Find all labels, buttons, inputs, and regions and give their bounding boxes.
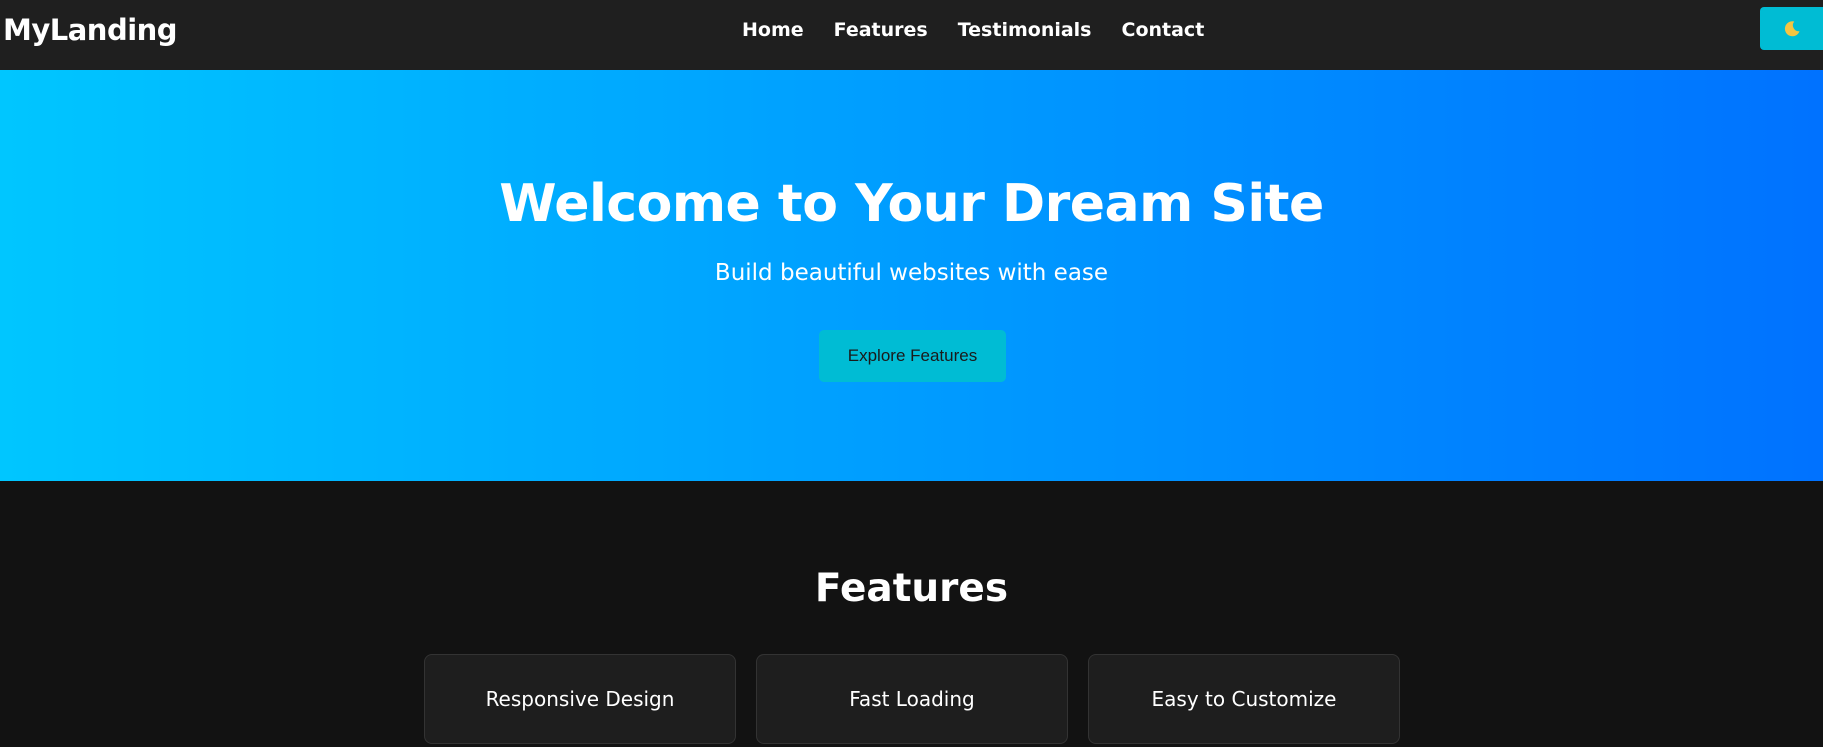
feature-card-easy-to-customize: Easy to Customize [1088,654,1400,744]
feature-card-responsive-design: Responsive Design [424,654,736,744]
nav-link-testimonials[interactable]: Testimonials [958,19,1092,41]
moon-icon [1784,20,1799,36]
nav-link-contact[interactable]: Contact [1122,19,1205,41]
nav-link-home[interactable]: Home [742,19,804,41]
navbar: MyLanding Home Features Testimonials Con… [0,0,1823,70]
hero-section: Welcome to Your Dream Site Build beautif… [0,70,1823,481]
hero-title: Welcome to Your Dream Site [499,174,1324,234]
brand-logo[interactable]: MyLanding [3,13,178,47]
features-section: Features Responsive Design Fast Loading … [0,481,1823,747]
theme-toggle-button[interactable] [1760,7,1823,50]
feature-cards: Responsive Design Fast Loading Easy to C… [424,654,1400,744]
explore-features-button[interactable]: Explore Features [819,330,1006,382]
hero-subtitle: Build beautiful websites with ease [714,260,1109,286]
feature-card-fast-loading: Fast Loading [756,654,1068,744]
nav-links: Home Features Testimonials Contact [742,19,1204,41]
features-title: Features [814,566,1009,611]
nav-link-features[interactable]: Features [834,19,928,41]
